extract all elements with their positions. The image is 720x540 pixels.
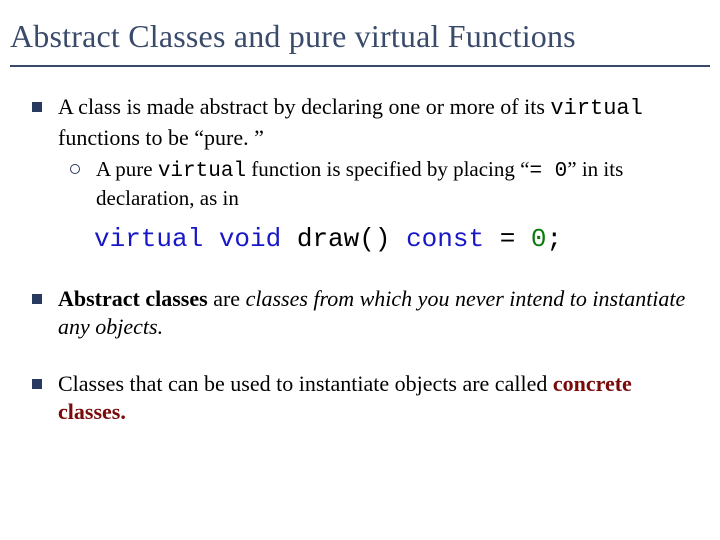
code-text: = [484, 224, 531, 254]
slide: Abstract Classes and pure virtual Functi… [0, 0, 720, 540]
text: A pure [96, 157, 158, 181]
text: Classes that can be used to instantiate … [58, 371, 553, 396]
code-example: virtual void draw() const = 0; [94, 223, 702, 257]
bullet-3: Classes that can be used to instantiate … [18, 370, 702, 427]
bold-text: Abstract classes [58, 286, 208, 311]
sub-bullet-list: A pure virtual function is specified by … [58, 156, 702, 213]
bullet-1: A class is made abstract by declaring on… [18, 93, 702, 257]
keyword: const [406, 224, 484, 254]
text: are [208, 286, 246, 311]
text: functions to be “pure. ” [58, 125, 264, 150]
bullet-2: Abstract classes are classes from which … [18, 285, 702, 342]
bullet-list: A class is made abstract by declaring on… [18, 93, 702, 427]
slide-title: Abstract Classes and pure virtual Functi… [10, 18, 710, 67]
slide-body: A class is made abstract by declaring on… [10, 93, 710, 427]
sub-bullet-1: A pure virtual function is specified by … [58, 156, 702, 213]
code-text: ; [547, 224, 563, 254]
number-literal: 0 [531, 224, 547, 254]
code-inline: virtual [550, 96, 642, 121]
keyword: void [219, 224, 281, 254]
text: function is specified by placing “ [246, 157, 529, 181]
text: A class is made abstract by declaring on… [58, 94, 550, 119]
code-inline: virtual [158, 160, 246, 183]
keyword: virtual [94, 224, 203, 254]
code-text: draw() [281, 224, 406, 254]
code-inline: = 0 [529, 160, 567, 183]
